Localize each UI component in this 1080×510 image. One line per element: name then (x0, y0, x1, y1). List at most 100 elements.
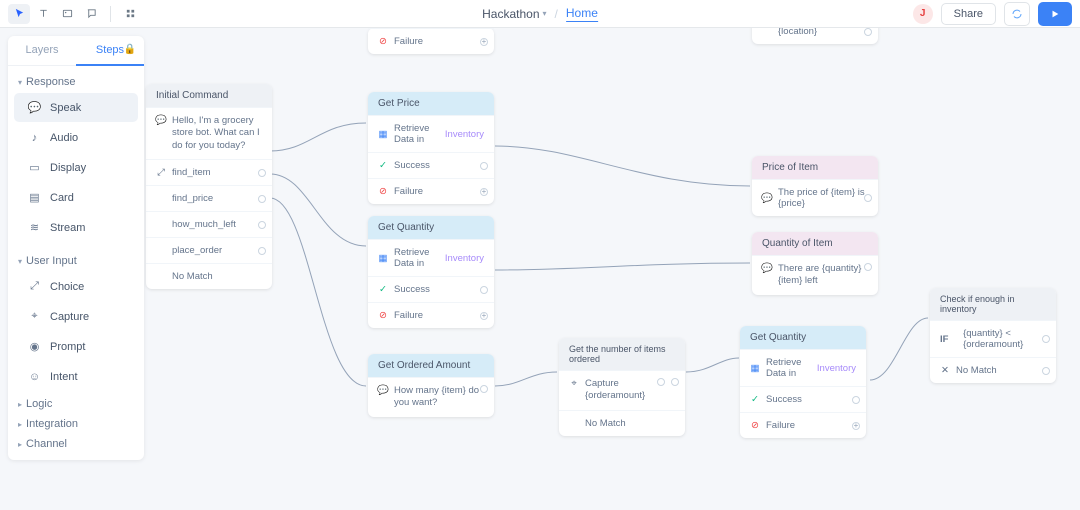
canvas[interactable]: ⊘Failure+ Initial Command 💬Hello, I'm a … (0, 28, 1080, 510)
node-getprice[interactable]: Get Price ▦Retrieve Data in Inventory ✓S… (368, 92, 494, 204)
port[interactable]: + (480, 188, 488, 196)
failure-label: Failure (394, 186, 423, 197)
node-header: Check if enough in inventory (930, 288, 1056, 320)
port[interactable]: + (852, 422, 860, 430)
project-name[interactable]: Hackathon ▾ (482, 7, 546, 21)
port[interactable]: + (480, 38, 488, 46)
cursor-tool[interactable] (8, 4, 30, 24)
item-card[interactable]: ▤Card (14, 183, 138, 212)
port[interactable] (1042, 367, 1050, 375)
port[interactable] (852, 396, 860, 404)
header-response[interactable]: ▾Response (8, 72, 144, 92)
inv-label: Inventory (445, 253, 484, 264)
x-icon: ⊘ (378, 187, 388, 197)
port[interactable] (864, 28, 872, 36)
item-capture[interactable]: ⌖Capture (14, 302, 138, 331)
port[interactable] (258, 195, 266, 203)
refresh-button[interactable] (1004, 2, 1030, 26)
row-nomatch: ✕No Match (930, 357, 1056, 383)
db-icon: ▦ (378, 129, 388, 139)
row-find-price: find_price (146, 185, 272, 211)
node-top-partial[interactable]: ⊘Failure+ (368, 28, 494, 54)
node-header: Initial Command (146, 84, 272, 107)
port[interactable] (480, 162, 488, 170)
tab-layers[interactable]: Layers (8, 36, 76, 65)
port[interactable] (480, 286, 488, 294)
capture-icon: ⌖ (28, 310, 41, 323)
row-text: 💬There are {quantity} {item} left (752, 255, 878, 295)
node-priceof[interactable]: Price of Item 💬The price of {item} is {p… (752, 156, 878, 216)
section-response: ▾Response 💬Speak ♪Audio ▭Display ▤Card ≋… (8, 66, 144, 245)
node-header: Price of Item (752, 156, 878, 179)
msg-text: There are {quantity} {item} left (778, 263, 868, 288)
grid-tool[interactable] (119, 4, 141, 24)
node-qtyof[interactable]: Quantity of Item 💬There are {quantity} {… (752, 232, 878, 295)
port[interactable] (864, 263, 872, 271)
header-label: Response (26, 76, 76, 88)
item-label: Display (50, 162, 86, 174)
header-userinput[interactable]: ▾User Input (8, 251, 144, 271)
item-prompt[interactable]: ◉Prompt (14, 332, 138, 361)
node-header: Get Ordered Amount (368, 354, 494, 377)
node-capture[interactable]: Get the number of items ordered ⌖Capture… (559, 338, 685, 436)
node-getqty[interactable]: Get Quantity ▦Retrieve Data in Inventory… (368, 216, 494, 328)
item-audio[interactable]: ♪Audio (14, 123, 138, 152)
db-icon: ▦ (378, 253, 388, 263)
intent-icon: ☺ (28, 370, 41, 383)
port[interactable] (1042, 335, 1050, 343)
avatar[interactable]: J (913, 4, 933, 24)
row-if: IF {quantity} < {orderamount} (930, 320, 1056, 357)
row-retrieve: ▦Retrieve Data in Inventory (368, 239, 494, 276)
port[interactable] (480, 385, 488, 393)
row-failure: ⊘Failure+ (368, 28, 494, 54)
node-header: Quantity of Item (752, 232, 878, 255)
node-header: Get Quantity (740, 326, 866, 349)
row-greet: 💬Hello, I'm a grocery store bot. What ca… (146, 107, 272, 159)
failure-label: Failure (394, 36, 423, 47)
port[interactable] (258, 247, 266, 255)
port[interactable] (864, 194, 872, 202)
check-icon: ✓ (750, 395, 760, 405)
node-check[interactable]: Check if enough in inventory IF {quantit… (930, 288, 1056, 383)
port[interactable] (258, 221, 266, 229)
row-failure: ⊘Failure+ (368, 302, 494, 328)
intent-label: find_item (172, 167, 211, 178)
node-getordered[interactable]: Get Ordered Amount 💬How many {item} do y… (368, 354, 494, 417)
port[interactable]: + (480, 312, 488, 320)
text-tool[interactable] (32, 4, 54, 24)
item-label: Speak (50, 102, 81, 114)
choice-icon: ⤢ (28, 280, 41, 293)
intent-label: how_much_left (172, 219, 236, 230)
greet-text: Hello, I'm a grocery store bot. What can… (172, 115, 262, 152)
breadcrumb-home[interactable]: Home (566, 6, 598, 22)
item-stream[interactable]: ≋Stream (14, 213, 138, 242)
chevron-down-icon: ▾ (543, 9, 547, 18)
image-tool[interactable] (56, 4, 78, 24)
port[interactable] (258, 169, 266, 177)
header-integration[interactable]: ▸Integration (8, 414, 144, 434)
prompt-icon: ◉ (28, 340, 41, 353)
port[interactable] (671, 378, 679, 386)
item-choice[interactable]: ⤢ Choice (14, 272, 138, 301)
section-userinput: ▾User Input ⤢ Choice ⌖Capture ◉Prompt ☺In… (8, 245, 144, 394)
row-success: ✓Success (368, 276, 494, 302)
topbar-right: J Share (913, 2, 1072, 26)
node-getqty2[interactable]: Get Quantity ▦Retrieve Data in Inventory… (740, 326, 866, 438)
header-channel[interactable]: ▸Channel (8, 434, 144, 454)
row-success: ✓Success (740, 386, 866, 412)
node-initial[interactable]: Initial Command 💬Hello, I'm a grocery st… (146, 84, 272, 289)
comment-tool[interactable] (80, 4, 102, 24)
header-logic[interactable]: ▸Logic (8, 394, 144, 414)
port[interactable] (657, 378, 665, 386)
breadcrumb: Hackathon ▾ / Home (482, 6, 598, 22)
inv-label: Inventory (445, 129, 484, 140)
lock-icon: 🔒 (124, 44, 136, 55)
item-intent[interactable]: ☺Intent (14, 362, 138, 391)
intent-label: No Match (172, 271, 213, 282)
item-display[interactable]: ▭Display (14, 153, 138, 182)
share-button[interactable]: Share (941, 3, 996, 25)
play-button[interactable] (1038, 2, 1072, 26)
item-speak[interactable]: 💬Speak (14, 93, 138, 122)
item-label: Choice (50, 281, 84, 293)
x-icon: ⊘ (378, 311, 388, 321)
